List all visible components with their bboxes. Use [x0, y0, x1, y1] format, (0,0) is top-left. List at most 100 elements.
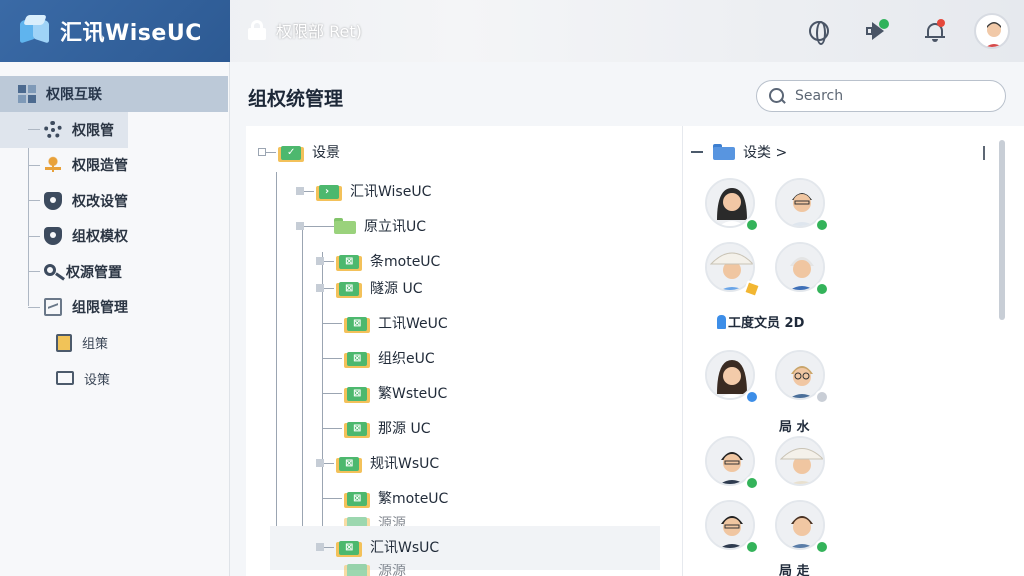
list-header[interactable]: 设类 > — [691, 142, 787, 162]
tree-node-marker — [296, 187, 304, 195]
bell-icon — [925, 19, 945, 42]
tree-node-child[interactable]: ⊠ 汇讯WsUC — [316, 534, 439, 560]
tree-node-company[interactable]: › 汇讯WiseUC — [296, 178, 431, 204]
tree-node-label: 工讯WeUC — [378, 316, 448, 332]
online-status-icon — [745, 218, 759, 232]
top-bar: 汇讯WiseUC 权限部 Ret) — [0, 0, 1024, 62]
tree-root[interactable]: ✓ 设景 — [258, 139, 340, 165]
tree-node-child[interactable]: ⊠ 规讯WsUC — [316, 450, 439, 476]
away-status-icon — [815, 390, 829, 404]
tree-node-label: 那源 UC — [378, 421, 431, 437]
contact-label: 工度文员 2D — [717, 312, 804, 331]
sidebar-item-org[interactable]: 权限造管 — [0, 148, 229, 184]
announcement-button[interactable] — [858, 12, 896, 50]
tree-node-marker — [316, 543, 324, 551]
folder-icon: ✓ — [278, 142, 304, 162]
brand-title: 汇讯WiseUC — [60, 21, 202, 46]
contact-avatar[interactable] — [775, 436, 827, 488]
tree-node-child[interactable]: ⊠ 繁moteUC — [322, 485, 448, 511]
contact-avatar[interactable] — [705, 178, 759, 232]
brand[interactable]: 汇讯WiseUC — [0, 0, 230, 62]
folder-icon: ⊠ — [344, 383, 370, 403]
tree-node-marker — [316, 459, 324, 467]
contact-avatar[interactable] — [775, 350, 829, 404]
tree-node-child[interactable]: 源源 — [342, 564, 406, 576]
tree-node-label: 原立讯UC — [364, 219, 427, 235]
wiseuc-logo-icon — [18, 15, 50, 47]
contact-avatar[interactable] — [705, 500, 759, 554]
contact-avatar[interactable] — [705, 436, 759, 490]
tree-node-label: 组织eUC — [378, 351, 435, 367]
sidebar-item-settings[interactable]: 权改设管 — [0, 183, 229, 219]
online-status-icon — [745, 540, 759, 554]
contact-panel: 设类 > 工度文员 2D 局 水 局 走 — [682, 126, 1024, 576]
gear-icon — [44, 120, 62, 139]
folder-icon — [713, 144, 735, 160]
search-input[interactable] — [795, 88, 985, 104]
highlight-status-icon — [743, 280, 761, 298]
folder-open-icon — [56, 371, 74, 386]
sidebar-subitem-label: 设策 — [84, 372, 111, 388]
folder-icon: ⊠ — [336, 278, 362, 298]
tree-line — [276, 172, 277, 526]
sidebar-subitem-policy[interactable]: 组策 — [0, 325, 229, 361]
tree-node-child[interactable]: ⊠ 繁WsteUC — [322, 380, 447, 406]
folder-icon: ⊠ — [344, 313, 370, 333]
key-icon — [44, 263, 56, 276]
tree-node-marker — [316, 284, 324, 292]
folder-icon: ⊠ — [336, 537, 362, 557]
sidebar-subitem-label: 组策 — [82, 337, 109, 353]
collapse-icon[interactable] — [691, 151, 703, 153]
tree-node-label: 繁moteUC — [378, 491, 449, 507]
tree-node-child[interactable]: ⊠ 隧源 UC — [316, 275, 422, 301]
contact-avatar[interactable] — [705, 242, 761, 298]
tree-line — [302, 226, 303, 536]
more-icon[interactable] — [983, 146, 985, 160]
clipboard-icon — [56, 333, 72, 352]
globe-icon — [809, 21, 829, 45]
sidebar-item-label: 组限管理 — [72, 300, 128, 317]
tree-node-label: 规讯WsUC — [370, 456, 440, 472]
sidebar-root[interactable]: 权限互联 — [0, 76, 228, 112]
tree-node-child[interactable]: ⊠ 工讯WeUC — [322, 310, 448, 336]
section-title: 权限部 Ret) — [248, 18, 362, 42]
tree-node-label: 设景 — [312, 145, 340, 161]
shield-icon — [44, 227, 62, 246]
contact-label: 局 走 — [779, 564, 810, 576]
notification-button[interactable] — [916, 12, 954, 50]
busy-status-icon — [745, 390, 759, 404]
sidebar-item-group-manage[interactable]: 组限管理 — [0, 290, 229, 326]
contact-avatar[interactable] — [775, 178, 829, 232]
user-avatar[interactable] — [974, 13, 1010, 49]
sidebar-item-templates[interactable]: 组权模权 — [0, 219, 229, 255]
org-icon — [44, 156, 62, 175]
tree-node-label: 汇讯WsUC — [370, 540, 440, 556]
tree-node-department[interactable]: 原立讯UC — [296, 213, 426, 239]
sidebar-item-label: 权限管 — [72, 122, 114, 139]
main-content: 组权统管理 ✓ 设景 › 汇讯WiseUC 原立讯UC — [230, 62, 1024, 576]
tree-node-label: 隧源 UC — [370, 281, 423, 297]
contact-avatar[interactable] — [705, 350, 759, 404]
sidebar-subitem-settings[interactable]: 设策 — [0, 361, 229, 397]
globe-button[interactable] — [800, 12, 838, 50]
tree-node-label: 汇讯WiseUC — [350, 184, 432, 200]
tree-node-child[interactable]: ⊠ 那源 UC — [322, 415, 430, 441]
sidebar-item-permission-manage[interactable]: 权限管 — [0, 112, 128, 148]
online-status-icon — [745, 476, 759, 490]
sidebar: 权限互联 权限管 权限造管 权改设管 组权模权 权源管置 组限管理 组策 设策 — [0, 62, 230, 576]
contact-avatar[interactable] — [775, 242, 829, 296]
scrollbar[interactable] — [999, 140, 1005, 320]
expand-toggle[interactable] — [258, 148, 266, 156]
person-icon — [717, 315, 726, 329]
search-box[interactable] — [756, 80, 1006, 112]
contact-avatar[interactable] — [775, 500, 829, 554]
sidebar-item-label: 权限造管 — [72, 158, 128, 175]
list-header-label: 设类 > — [743, 145, 788, 161]
online-status-icon — [815, 282, 829, 296]
tree-node-child[interactable]: ⊠ 组织eUC — [322, 345, 435, 371]
tree-node-label: 繁WsteUC — [378, 386, 448, 402]
grid-icon — [18, 85, 36, 103]
tree-node-child[interactable]: ⊠ 条moteUC — [316, 248, 440, 274]
page-title: 组权统管理 — [248, 88, 344, 110]
sidebar-item-sources[interactable]: 权源管置 — [0, 254, 229, 290]
